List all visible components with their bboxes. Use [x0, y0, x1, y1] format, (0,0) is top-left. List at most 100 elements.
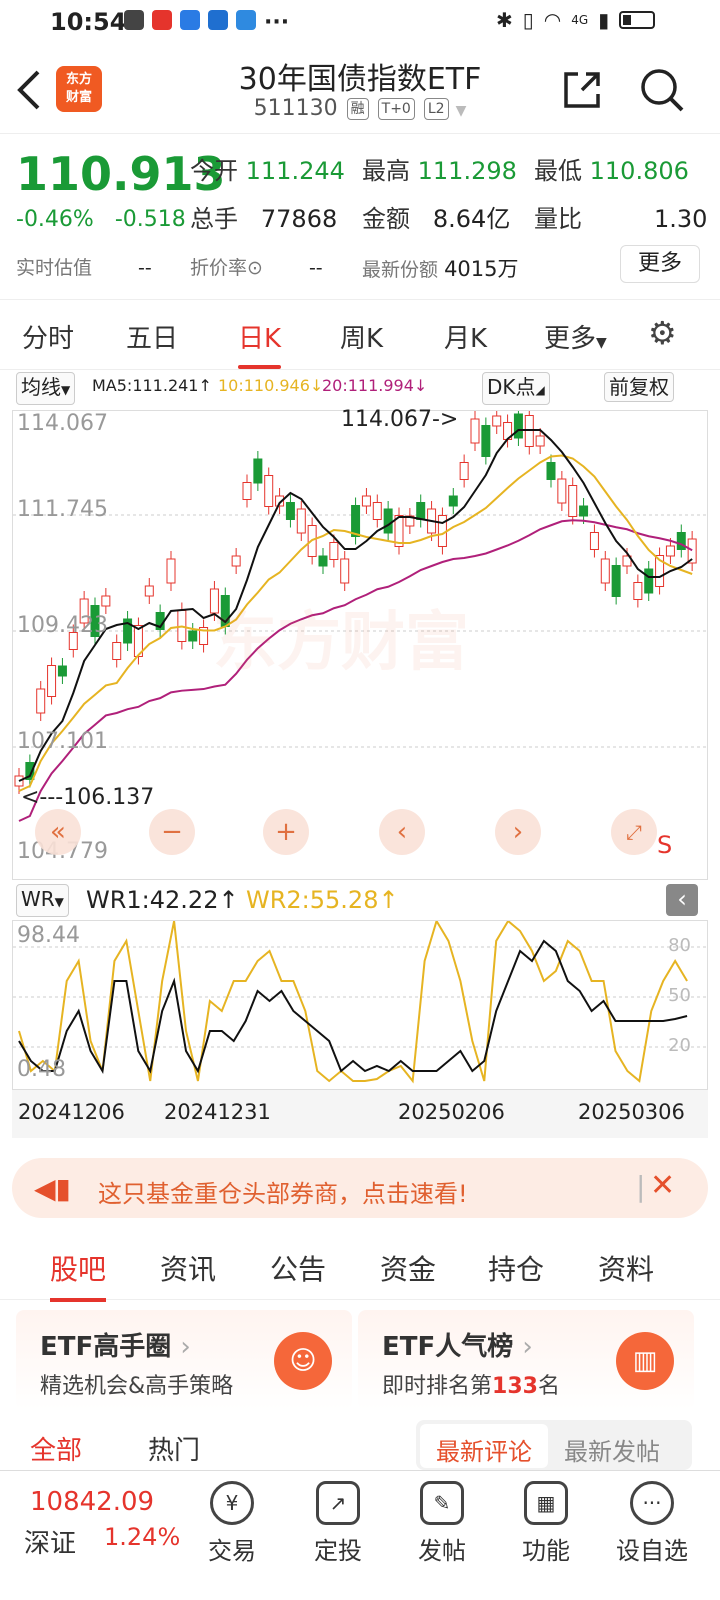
more-quote-button[interactable]: 更多: [620, 245, 700, 283]
sort-latest-post[interactable]: 最新发帖: [564, 1432, 660, 1467]
more-dots-icon: ···: [630, 1481, 674, 1525]
close-icon[interactable]: ✕: [650, 1168, 675, 1203]
tab-weekly-k[interactable]: 周K: [340, 318, 383, 355]
tab-profile[interactable]: 资料: [598, 1248, 654, 1288]
candle-body: [372, 502, 382, 520]
kline-chart[interactable]: 114.067 111.745 109.423 107.101 104.779 …: [12, 407, 708, 880]
estimate-row: 实时估值 --: [16, 257, 152, 279]
s-marker: S: [657, 831, 673, 859]
min-annotation: <---106.137: [21, 785, 155, 810]
y-label: 109.423: [17, 613, 108, 638]
share-icon[interactable]: [560, 68, 604, 112]
settings-icon[interactable]: ⚙: [648, 314, 677, 352]
sort-latest-comment[interactable]: 最新评论: [420, 1424, 548, 1468]
discount-row: 折价率⊙ --: [190, 257, 323, 279]
y-label: 107.101: [17, 729, 108, 754]
add-watchlist-button[interactable]: ··· 设自选: [602, 1481, 702, 1566]
prev-icon[interactable]: ‹: [379, 809, 425, 855]
bluetooth-icon: ✱: [496, 8, 513, 32]
amount-row: 金额 8.64亿: [362, 205, 511, 233]
candle-body: [492, 415, 502, 427]
ma10-value: 10:110.946↓: [218, 376, 324, 395]
candle-body: [557, 478, 567, 504]
tab-daily-k[interactable]: 日K: [238, 318, 282, 369]
index-value[interactable]: 10842.09: [30, 1487, 154, 1517]
promo-banner[interactable]: ◀▮ 这只基金重仓头部券商，点击速看! | ✕: [12, 1158, 708, 1218]
tab-holdings[interactable]: 持仓: [488, 1248, 544, 1288]
tab-funds[interactable]: 资金: [380, 1248, 436, 1288]
wr-legend: WR▼ WR1:42.22↑ WR2:55.28↑ ‹: [0, 880, 720, 920]
ratio-row: 量比 1.30: [534, 205, 708, 233]
candle-body: [383, 508, 393, 534]
ma-legend: 均线▼ MA5:111.241↑ 10:110.946↓ 20:111.994↓…: [0, 372, 720, 410]
candle-body: [546, 462, 556, 480]
candle-body: [448, 495, 458, 507]
vibrate-icon: ▯: [522, 8, 534, 32]
candle-body: [285, 502, 295, 520]
chart-icon: ↗: [316, 1481, 360, 1525]
volume-value: 77868: [260, 205, 338, 233]
wr-y-top: 98.44: [17, 923, 80, 948]
notification-icon: [152, 10, 172, 30]
candle-body: [47, 665, 57, 697]
candle-body: [166, 558, 176, 584]
period-tabs: 分时 五日 日K 周K 月K 更多▼ ⚙: [0, 300, 720, 370]
notification-icons: ···: [124, 10, 289, 35]
l2-tag: L2: [423, 98, 449, 120]
megaphone-icon: ◀▮: [34, 1172, 71, 1205]
candle-body: [36, 688, 46, 714]
shares-value: 4015万: [444, 257, 519, 281]
next-icon[interactable]: ›: [495, 809, 541, 855]
yuan-icon: ¥: [210, 1481, 254, 1525]
y-label: 111.745: [17, 497, 108, 522]
etf-expert-card[interactable]: ETF高手圈 › 精选机会&高手策略 ☺: [16, 1310, 352, 1410]
functions-button[interactable]: ▦ 功能: [496, 1481, 596, 1566]
watermark: 东方财富: [213, 606, 469, 680]
dk-point-button[interactable]: DK点◢: [482, 372, 550, 405]
candle-body: [112, 642, 122, 660]
zoom-out-icon[interactable]: −: [149, 809, 195, 855]
tab-five-day[interactable]: 五日: [126, 318, 178, 355]
notification-icon: [180, 10, 200, 30]
notification-icon: [208, 10, 228, 30]
discount-value: --: [308, 257, 323, 279]
volume-row: 总手 77868: [190, 205, 338, 233]
wr-chart[interactable]: 98.44 0.48 80 50 20: [12, 920, 708, 1090]
tab-news[interactable]: 资讯: [160, 1248, 216, 1288]
search-icon[interactable]: [638, 66, 686, 114]
title-bar: 东方 财富 30年国债指数ETF 511130 融 T+0 L2 ▼: [0, 44, 720, 134]
divider: |: [636, 1170, 646, 1203]
dropdown-icon[interactable]: ▼: [456, 103, 467, 119]
tab-all[interactable]: 全部: [30, 1430, 82, 1467]
tab-more[interactable]: 更多▼: [544, 318, 607, 355]
candle-body: [676, 532, 686, 550]
quote-panel: 110.913 -0.46% -0.518 今开 111.244 最高 111.…: [0, 135, 720, 300]
open-row: 今开 111.244: [190, 157, 345, 185]
fullscreen-icon[interactable]: ⤢: [611, 809, 657, 855]
tab-hot[interactable]: 热门: [148, 1430, 200, 1467]
index-name[interactable]: 深证: [24, 1523, 76, 1560]
indicator-selector[interactable]: WR▼: [16, 884, 69, 917]
low-value: 110.806: [589, 157, 689, 185]
fixed-invest-button[interactable]: ↗ 定投: [288, 1481, 388, 1566]
adjust-button[interactable]: 前复权: [604, 372, 674, 402]
tab-monthly-k[interactable]: 月K: [444, 318, 487, 355]
collapse-icon[interactable]: ‹: [666, 884, 698, 916]
post-button[interactable]: ✎ 发帖: [392, 1481, 492, 1566]
status-time: 10:54: [50, 8, 127, 36]
tab-forum[interactable]: 股吧: [50, 1248, 107, 1302]
etf-ranking-card[interactable]: ETF人气榜 › 即时排名第133名 ▥: [358, 1310, 694, 1410]
people-icon: ☺: [274, 1332, 332, 1390]
zoom-in-icon[interactable]: +: [263, 809, 309, 855]
low-row: 最低 110.806: [534, 157, 689, 185]
candle-body: [188, 630, 198, 642]
trade-button[interactable]: ¥ 交易: [182, 1481, 282, 1566]
date-axis: 20241206 20241231 20250206 20250306: [12, 1090, 708, 1138]
scroll-left-icon[interactable]: «: [35, 809, 81, 855]
tab-intraday[interactable]: 分时: [22, 318, 74, 355]
tab-announcements[interactable]: 公告: [270, 1248, 326, 1288]
ma-selector[interactable]: 均线▼: [16, 372, 76, 405]
candle-body: [340, 558, 350, 584]
candle-body: [57, 665, 67, 677]
date-label: 20250306: [578, 1100, 685, 1124]
